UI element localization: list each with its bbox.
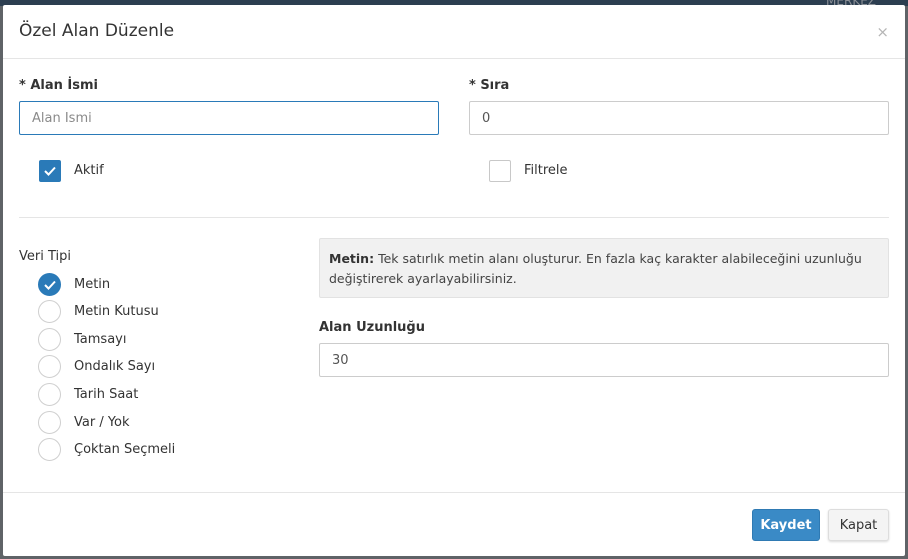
field-name-input[interactable] xyxy=(19,101,439,135)
radio-option-coktan-secmeli[interactable]: Çoktan Seçmeli xyxy=(38,438,258,462)
radio-label: Var / Yok xyxy=(74,415,130,430)
field-length-label: Alan Uzunluğu xyxy=(319,320,425,335)
radio-button[interactable] xyxy=(38,438,61,461)
radio-label: Tamsayı xyxy=(74,332,127,347)
radio-button[interactable] xyxy=(38,273,61,296)
radio-label: Metin xyxy=(74,277,111,292)
edit-custom-field-dialog: Özel Alan Düzenle × * Alan İsmi * Sıra A… xyxy=(3,5,905,556)
field-length-input[interactable] xyxy=(319,343,889,377)
order-input[interactable] xyxy=(469,101,889,135)
filter-checkbox[interactable] xyxy=(489,160,511,182)
dialog-title: Özel Alan Düzenle xyxy=(19,21,175,41)
radio-button[interactable] xyxy=(38,355,61,378)
active-checkbox[interactable] xyxy=(39,160,61,182)
dialog-header: Özel Alan Düzenle × xyxy=(3,5,905,59)
description-title: Metin: xyxy=(329,251,375,266)
active-label: Aktif xyxy=(74,163,104,178)
radio-option-var-yok[interactable]: Var / Yok xyxy=(38,411,258,435)
radio-button[interactable] xyxy=(38,411,61,434)
radio-label: Ondalık Sayı xyxy=(74,359,156,374)
radio-option-ondalik-sayi[interactable]: Ondalık Sayı xyxy=(38,355,258,379)
radio-option-metin-kutusu[interactable]: Metin Kutusu xyxy=(38,300,258,324)
filter-label: Filtrele xyxy=(524,163,568,178)
order-label: * Sıra xyxy=(469,78,510,93)
dialog-footer: Kaydet Kapat xyxy=(3,492,905,556)
field-name-label: * Alan İsmi xyxy=(19,78,98,93)
data-type-label: Veri Tipi xyxy=(19,249,71,264)
check-icon xyxy=(44,166,56,176)
radio-label: Çoktan Seçmeli xyxy=(74,442,176,457)
radio-label: Tarih Saat xyxy=(74,387,139,402)
close-icon[interactable]: × xyxy=(876,24,889,40)
save-button[interactable]: Kaydet xyxy=(752,509,820,541)
check-icon xyxy=(44,280,56,290)
radio-label: Metin Kutusu xyxy=(74,304,159,319)
radio-option-tamsayi[interactable]: Tamsayı xyxy=(38,328,258,352)
radio-button[interactable] xyxy=(38,328,61,351)
description-text: Tek satırlık metin alanı oluşturur. En f… xyxy=(329,251,862,286)
radio-option-tarih-saat[interactable]: Tarih Saat xyxy=(38,383,258,407)
divider xyxy=(19,217,889,218)
radio-button[interactable] xyxy=(38,383,61,406)
close-button[interactable]: Kapat xyxy=(828,509,889,541)
radio-button[interactable] xyxy=(38,300,61,323)
data-type-description: Metin: Tek satırlık metin alanı oluşturu… xyxy=(319,238,889,298)
radio-option-metin[interactable]: Metin xyxy=(38,273,258,297)
